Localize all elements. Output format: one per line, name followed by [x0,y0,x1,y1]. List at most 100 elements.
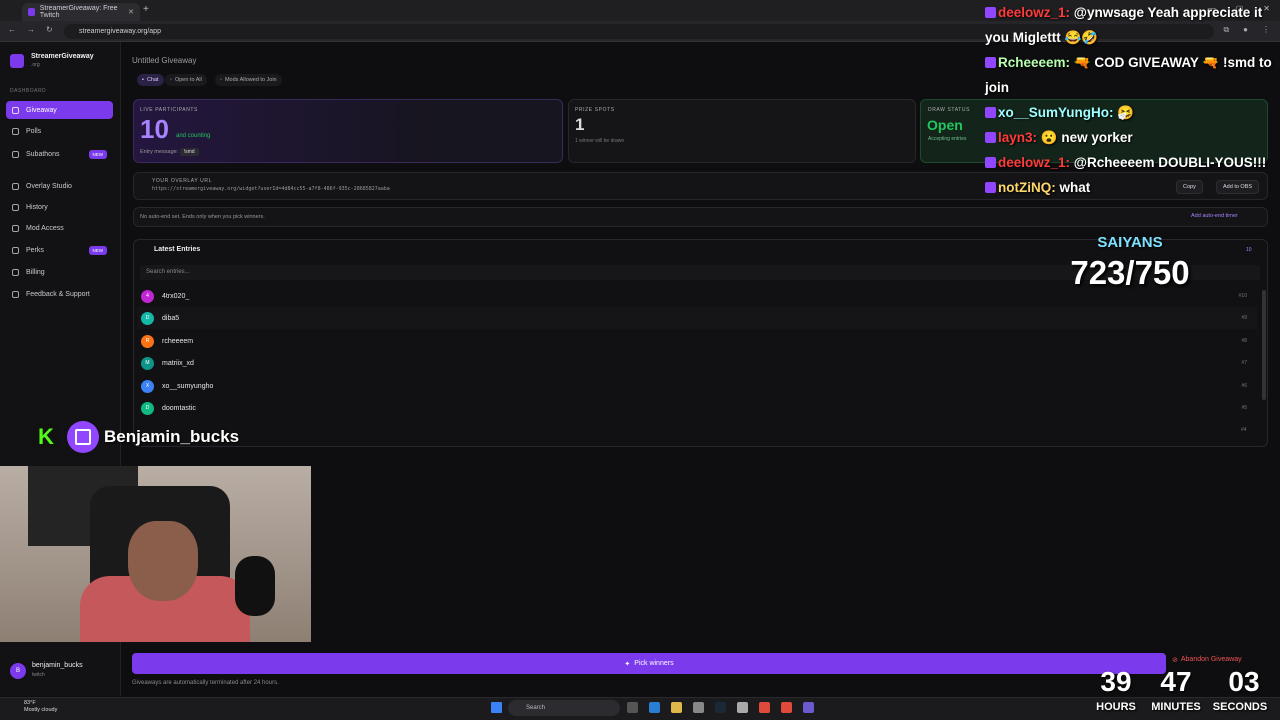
twitch-badge-icon [985,7,996,18]
mod-icon: ◦ [220,77,222,83]
counting-text: and counting [176,133,211,139]
chip-mods-allowed[interactable]: ◦ Mods Allowed to Join [215,74,282,86]
star-icon [12,246,19,254]
sidebar-item-label: Perks [26,246,44,254]
entry-name: matriix_xd [162,359,194,367]
page-title[interactable]: Untitled Giveaway [132,56,196,65]
user-name[interactable]: benjamin_bucks [32,662,83,669]
table-row[interactable]: D doomtastic #5 [137,397,1257,419]
sidebar-item-perks[interactable]: Perks NEW [6,241,113,259]
chip-label: Chat [146,77,159,83]
steam-icon[interactable] [715,702,726,713]
avatar: 4 [141,289,154,303]
back-icon[interactable]: ← [8,25,16,34]
chat-user: xo__SumYungHo: [998,105,1114,120]
table-row[interactable]: X xo__sumyungho #6 [137,375,1257,397]
chat-message: notZiNQ: what [985,175,1280,200]
timer-seconds-label: SECONDS [1212,701,1268,713]
entry-rank: #4 [1241,427,1247,433]
pick-winners-button[interactable]: ✦ Pick winners [132,653,1166,674]
pick-winners-label: Pick winners [634,660,674,667]
sidebar-item-mod-access[interactable]: Mod Access [6,219,113,237]
shield-icon [12,224,19,232]
participants-label: LIVE PARTICIPANTS [140,107,198,113]
avatar: D [141,401,154,415]
entry-rank: #9 [1241,315,1247,321]
entry-rank: #6 [1241,383,1247,389]
browser-tab[interactable]: StreamerGiveaway: Free Twitch ✕ [22,3,140,21]
entry-rank: #5 [1241,405,1247,411]
entry-rank: #7 [1241,360,1247,366]
settings-icon[interactable] [693,702,704,713]
sidebar-item-polls[interactable]: Polls [6,122,113,140]
entry-rank: #8 [1241,338,1247,344]
abandon-giveaway-button[interactable]: ⊘ Abandon Giveaway [1172,656,1242,664]
twitch-badge-icon [985,57,996,68]
avatar: X [141,379,154,393]
webcam-feed [0,466,311,642]
table-row[interactable]: M matriix_xd #7 [137,352,1257,374]
table-row[interactable]: R rcheeeem #8 [137,330,1257,352]
abandon-label: Abandon Giveaway [1180,656,1242,663]
chip-label: Open to All [174,77,202,83]
twitch-badge-icon [985,182,996,193]
prize-card: PRIZE SPOTS 1 1 winner will be drawn [568,99,916,163]
webcam-face [128,521,198,601]
reload-icon[interactable]: ↻ [46,25,53,34]
participants-count: 10 [140,114,169,144]
entry-label: Entry message: [140,149,179,155]
chat-icon: ▪ [142,77,144,83]
overlay-url[interactable]: https://streamergiveaway.org/widget?user… [152,186,390,192]
timer-seconds: 03 [1228,666,1260,697]
layers-icon [12,182,19,190]
nav-buttons: ← → ↻ [8,25,53,34]
new-tab-icon[interactable]: + [143,4,149,15]
auto-end-bar: No auto-end set. Ends only when you pick… [133,207,1268,227]
weather-desc: Mostly cloudy [24,707,58,713]
avatar: M [141,356,154,370]
app-icon[interactable] [737,702,748,713]
sidebar-item-overlay-studio[interactable]: Overlay Studio [6,177,113,195]
brand-name[interactable]: StreamerGiveaway [31,53,94,60]
taskbar-apps [627,702,814,713]
discord-icon[interactable] [803,702,814,713]
forward-icon[interactable]: → [27,25,35,34]
new-badge: NEW [88,245,107,255]
sidebar-item-subathons[interactable]: Subathons NEW [6,145,113,163]
windows-start-icon[interactable] [491,702,502,713]
add-auto-end-button[interactable]: Add auto-end timer [1191,213,1238,219]
chat-user: deelowz_1: [998,155,1071,170]
sidebar-item-billing[interactable]: Billing [6,263,113,281]
goal-name: SAIYANS [1097,234,1163,251]
entry-rank: #10 [1238,293,1247,299]
table-row[interactable]: D diba5 #9 [137,307,1257,329]
weather-widget[interactable]: 83°F Mostly cloudy [24,700,57,714]
chrome-icon[interactable] [759,702,770,713]
file-explorer-icon[interactable] [671,702,682,713]
help-icon [12,290,19,298]
chrome-alt-icon[interactable] [781,702,792,713]
chat-message: layn3: 😮 new yorker [985,125,1280,150]
entry-command: !smd [179,148,199,156]
edge-icon[interactable] [649,702,660,713]
task-view-icon[interactable] [627,702,638,713]
user-platform: twitch [32,672,45,678]
sidebar-item-giveaway[interactable]: Giveaway [6,101,113,119]
twitch-badge-icon [985,157,996,168]
chip-open-to-all[interactable]: ◦ Open to All [165,74,207,86]
taskbar-search[interactable]: Search [508,700,620,716]
sidebar-item-label: Feedback & Support [26,290,90,298]
sidebar-item-history[interactable]: History [6,198,113,216]
poll-icon [12,127,19,135]
avatar[interactable]: B [10,663,26,679]
sidebar-item-feedback[interactable]: Feedback & Support [6,285,113,303]
sidebar-item-label: Subathons [26,150,60,158]
close-tab-icon[interactable]: ✕ [128,8,134,16]
entries-scrollbar[interactable] [1262,290,1266,400]
chat-user: layn3: [998,130,1038,145]
sidebar-item-label: Giveaway [26,106,57,114]
chip-chat[interactable]: ▪ Chat [137,74,164,86]
overlay-label: YOUR OVERLAY URL [152,178,212,184]
globe-icon: ◦ [170,77,172,83]
prize-label: PRIZE SPOTS [575,107,615,113]
